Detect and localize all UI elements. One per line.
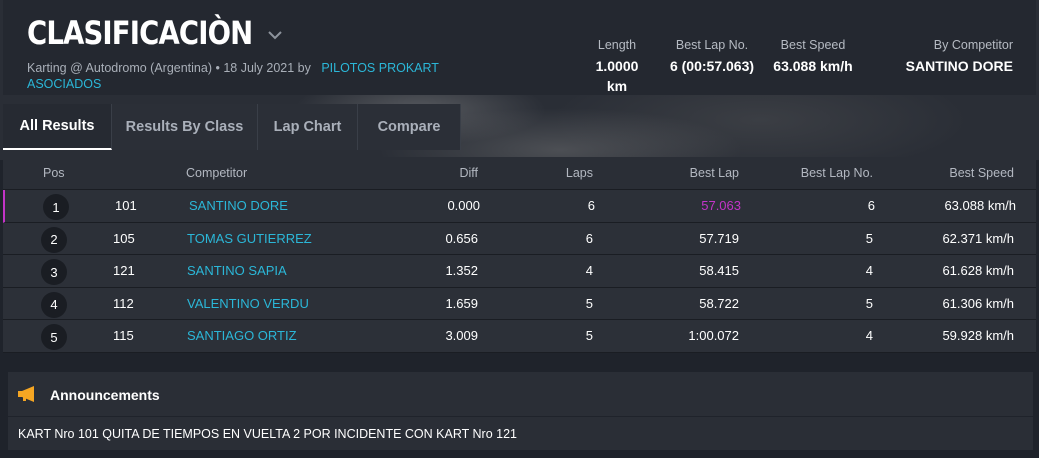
stat-label: Length bbox=[597, 38, 637, 52]
announcements-header: Announcements bbox=[8, 372, 1033, 417]
laps-value: 5 bbox=[585, 295, 593, 311]
page-title: CLASIFICACIÒN bbox=[27, 14, 253, 52]
laps-value: 4 bbox=[585, 263, 593, 278]
best-lap-value: 57.719 bbox=[699, 230, 739, 246]
table-row[interactable]: 4 112 VALENTINO VERDU 1.659 5 58.722 5 6… bbox=[3, 287, 1036, 320]
table-row[interactable]: 3 121 SANTINO SAPIA 1.352 4 58.415 4 61.… bbox=[3, 255, 1036, 288]
diff-value: 1.352 bbox=[445, 263, 478, 278]
position-badge: 5 bbox=[41, 324, 67, 350]
table-row[interactable]: 1 101 SANTINO DORE 0.000 6 57.063 6 63.0… bbox=[3, 190, 1036, 223]
competitor-link[interactable]: SANTINO SAPIA bbox=[187, 263, 287, 278]
announcements-panel: Announcements KART Nro 101 QUITA DE TIEM… bbox=[8, 372, 1033, 450]
results-table: Pos Competitor Diff Laps Best Lap Best L… bbox=[3, 157, 1036, 353]
competitor-link[interactable]: TOMAS GUTIERREZ bbox=[187, 231, 312, 246]
best-lap-value: 57.063 bbox=[701, 198, 741, 213]
kart-number: 105 bbox=[113, 230, 135, 246]
announcements-title: Announcements bbox=[50, 387, 160, 403]
column-header-diff[interactable]: Diff bbox=[418, 166, 478, 180]
diff-value: 0.000 bbox=[447, 198, 480, 213]
column-header-best-speed[interactable]: Best Speed bbox=[914, 166, 1014, 180]
tab-results-by-class[interactable]: Results By Class bbox=[112, 104, 258, 150]
kart-number: 115 bbox=[113, 328, 134, 343]
stat-value: 6 (00:57.063) bbox=[669, 58, 755, 74]
laps-value: 5 bbox=[585, 328, 593, 343]
best-speed-value: 61.628 km/h bbox=[942, 263, 1014, 278]
best-lap-value: 1:00.072 bbox=[688, 328, 739, 343]
stat-best-lap-no: Best Lap No. 6 (00:57.063) bbox=[657, 37, 767, 76]
laps-value: 6 bbox=[585, 230, 593, 246]
stat-by-competitor: By Competitor SANTINO DORE bbox=[883, 37, 1013, 76]
position-badge: 2 bbox=[41, 226, 67, 253]
table-row[interactable]: 2 105 TOMAS GUTIERREZ 0.656 6 57.719 5 6… bbox=[3, 222, 1036, 255]
tab-compare[interactable]: Compare bbox=[358, 104, 461, 150]
competitor-link[interactable]: VALENTINO VERDU bbox=[187, 296, 309, 311]
diff-value: 1.659 bbox=[445, 295, 478, 311]
competitor-link[interactable]: SANTINO DORE bbox=[189, 198, 288, 213]
diff-value: 0.656 bbox=[445, 230, 478, 246]
best-lap-no-value: 5 bbox=[865, 230, 873, 246]
stat-label: By Competitor bbox=[933, 38, 1013, 52]
best-lap-value: 58.722 bbox=[699, 295, 739, 311]
position-badge: 1 bbox=[43, 194, 69, 220]
best-speed-value: 59.928 km/h bbox=[942, 328, 1014, 343]
chevron-down-icon[interactable] bbox=[267, 27, 283, 45]
column-header-laps[interactable]: Laps bbox=[533, 166, 593, 180]
stat-length: Length 1.0000 km bbox=[587, 37, 647, 96]
table-header: Pos Competitor Diff Laps Best Lap Best L… bbox=[3, 157, 1036, 190]
event-header: CLASIFICACIÒN Karting @ Autodromo (Argen… bbox=[3, 0, 1036, 95]
column-header-best-lap[interactable]: Best Lap bbox=[639, 166, 739, 180]
best-speed-value: 61.306 km/h bbox=[942, 295, 1014, 311]
stat-best-speed: Best Speed 63.088 km/h bbox=[768, 37, 858, 76]
stat-value: 1.0000 km bbox=[595, 58, 639, 94]
stat-value: SANTINO DORE bbox=[905, 58, 1013, 74]
diff-value: 3.009 bbox=[445, 328, 478, 343]
event-info: Karting @ Autodromo (Argentina) • 18 Jul… bbox=[27, 61, 311, 75]
table-row[interactable]: 5 115 SANTIAGO ORTIZ 3.009 5 1:00.072 4 … bbox=[3, 320, 1036, 353]
event-subtitle: Karting @ Autodromo (Argentina) • 18 Jul… bbox=[27, 60, 457, 92]
competitor-link[interactable]: SANTIAGO ORTIZ bbox=[187, 328, 297, 343]
kart-number: 112 bbox=[113, 295, 134, 311]
best-speed-value: 62.371 km/h bbox=[942, 230, 1014, 246]
position-badge: 3 bbox=[41, 259, 67, 285]
best-lap-value: 58.415 bbox=[699, 263, 739, 278]
megaphone-icon bbox=[17, 385, 39, 408]
column-header-best-lap-no[interactable]: Best Lap No. bbox=[773, 166, 873, 180]
stat-label: Best Speed bbox=[780, 38, 846, 52]
best-lap-no-value: 6 bbox=[867, 198, 875, 213]
best-speed-value: 63.088 km/h bbox=[944, 198, 1016, 213]
best-lap-no-value: 5 bbox=[865, 295, 873, 311]
kart-number: 101 bbox=[115, 198, 137, 213]
kart-number: 121 bbox=[113, 263, 135, 278]
announcement-text: KART Nro 101 QUITA DE TIEMPOS EN VUELTA … bbox=[18, 427, 517, 441]
tab-lap-chart[interactable]: Lap Chart bbox=[258, 104, 358, 150]
stat-value: 63.088 km/h bbox=[773, 58, 853, 74]
best-lap-no-value: 4 bbox=[865, 328, 873, 343]
results-tabs: All Results Results By Class Lap Chart C… bbox=[3, 104, 461, 150]
position-badge: 4 bbox=[41, 291, 67, 318]
column-header-pos[interactable]: Pos bbox=[43, 166, 65, 180]
best-lap-no-value: 4 bbox=[865, 263, 873, 278]
laps-value: 6 bbox=[587, 198, 595, 213]
stat-label: Best Lap No. bbox=[675, 38, 749, 52]
tab-all-results[interactable]: All Results bbox=[3, 104, 112, 150]
title-row[interactable]: CLASIFICACIÒN bbox=[27, 14, 283, 52]
column-header-competitor[interactable]: Competitor bbox=[186, 166, 247, 180]
